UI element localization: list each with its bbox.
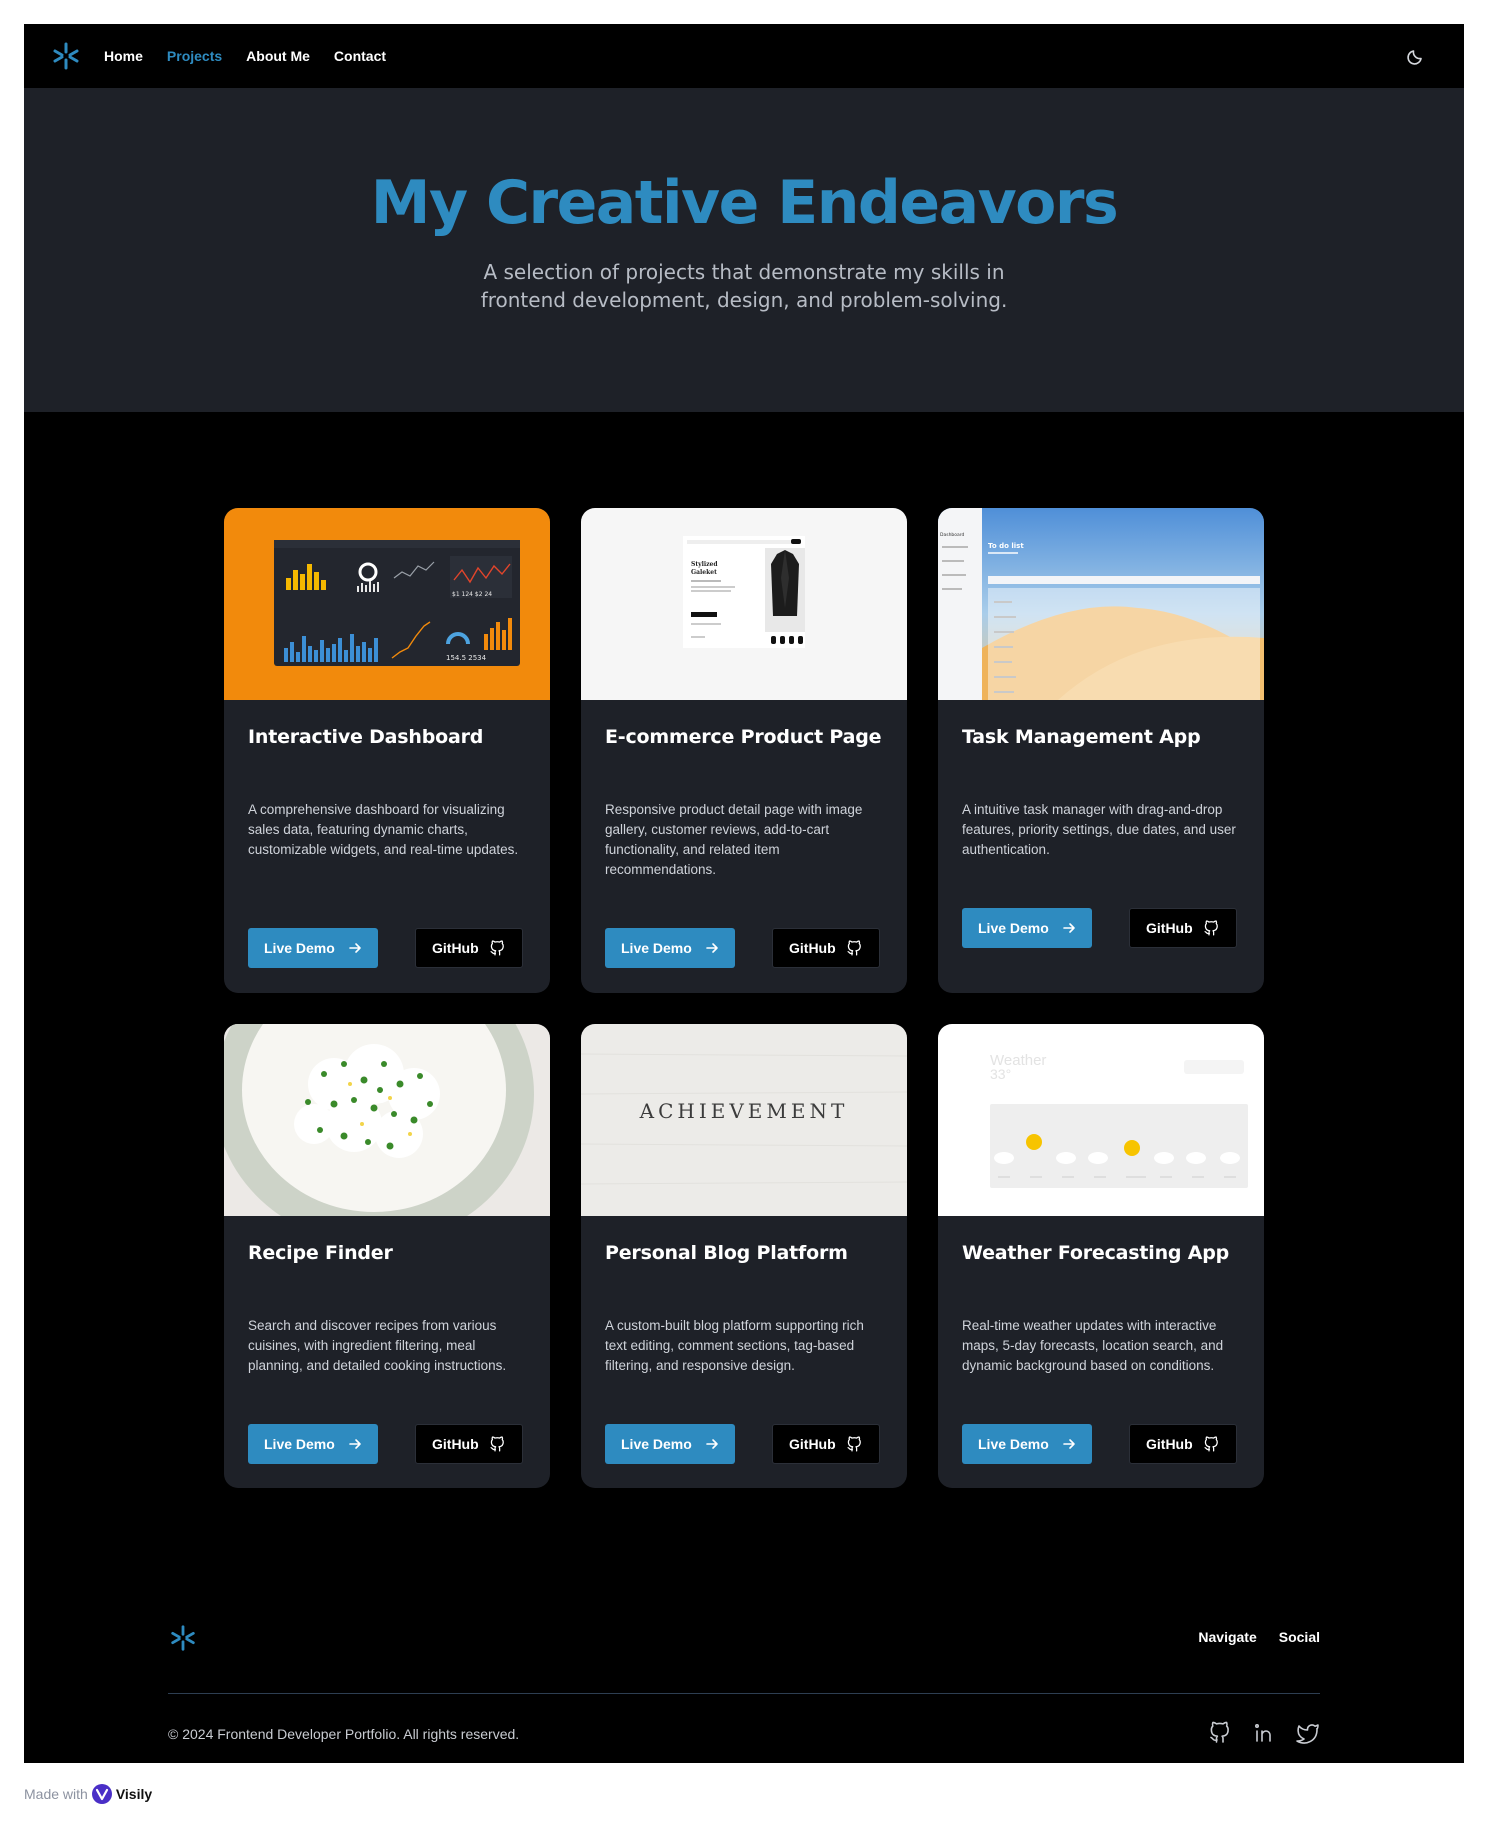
made-with-text: Made with <box>24 1786 88 1802</box>
project-card: Recipe Finder Search and discover recipe… <box>224 1024 550 1488</box>
top-nav: Home Projects About Me Contact <box>24 24 1464 88</box>
github-icon <box>1203 1436 1220 1453</box>
project-description: A comprehensive dashboard for visualizin… <box>248 802 519 857</box>
project-title: Task Management App <box>962 726 1201 748</box>
moon-icon[interactable] <box>1404 44 1428 68</box>
visily-brand-text: Visily <box>115 1786 153 1802</box>
live-demo-button[interactable]: Live Demo <box>962 908 1092 948</box>
project-title: E-commerce Product Page <box>605 726 882 748</box>
dashboard-thumbnail: $1 124 $2 24 154.5 2534 <box>224 508 550 700</box>
blog-thumb-word: ACHIEVEMENT <box>639 1099 849 1123</box>
page-subtitle: A selection of projects that demonstrate… <box>480 260 1008 312</box>
github-label: GitHub <box>1146 920 1193 936</box>
live-demo-button[interactable]: Live Demo <box>248 1424 378 1464</box>
page-title: My Creative Endeavors <box>370 168 1119 238</box>
github-label: GitHub <box>789 940 836 956</box>
github-icon <box>1203 920 1220 937</box>
project-card: ACHIEVEMENT Personal Blog Platform A cus… <box>581 1024 907 1488</box>
github-label: GitHub <box>789 1436 836 1452</box>
weather-thumbnail: Weather 33° <box>938 1024 1264 1216</box>
arrow-right-icon <box>1062 1437 1076 1451</box>
live-demo-label: Live Demo <box>621 940 692 956</box>
project-description: Responsive product detail page with imag… <box>605 802 863 877</box>
svg-text:Stylized: Stylized <box>691 561 718 568</box>
project-title: Weather Forecasting App <box>962 1242 1230 1264</box>
project-card: Dashboard To do list Task Management App… <box>938 508 1264 993</box>
project-description: A custom-built blog platform supporting … <box>605 1318 864 1373</box>
github-label: GitHub <box>432 940 479 956</box>
blog-thumbnail: ACHIEVEMENT <box>581 1024 907 1216</box>
task-app-thumbnail: Dashboard To do list <box>938 508 1264 700</box>
arrow-right-icon <box>705 1437 719 1451</box>
recipe-thumbnail <box>224 1024 550 1216</box>
svg-text:$1 124 $2 24: $1 124 $2 24 <box>452 591 492 598</box>
footer-link-navigate[interactable]: Navigate <box>1198 1629 1256 1645</box>
twitter-icon[interactable] <box>1296 1721 1320 1745</box>
arrow-right-icon <box>1062 921 1076 935</box>
arrow-right-icon <box>348 941 362 955</box>
svg-text:Galeket: Galeket <box>691 569 717 576</box>
github-label: GitHub <box>1146 1436 1193 1452</box>
svg-text:Dashboard: Dashboard <box>940 532 965 538</box>
live-demo-label: Live Demo <box>621 1436 692 1452</box>
live-demo-label: Live Demo <box>264 1436 335 1452</box>
github-button[interactable]: GitHub <box>1129 908 1237 948</box>
hero-section: My Creative Endeavors A selection of pro… <box>24 88 1464 412</box>
asterisk-logo-icon[interactable] <box>50 40 82 72</box>
live-demo-label: Live Demo <box>978 1436 1049 1452</box>
nav-link-projects[interactable]: Projects <box>167 48 222 64</box>
footer-divider <box>168 1693 1320 1694</box>
footer-links: Navigate Social <box>1198 1629 1320 1645</box>
project-title: Personal Blog Platform <box>605 1242 848 1264</box>
github-button[interactable]: GitHub <box>1129 1424 1237 1464</box>
project-title: Interactive Dashboard <box>248 726 484 748</box>
live-demo-button[interactable]: Live Demo <box>248 928 378 968</box>
github-icon <box>489 940 506 957</box>
github-button[interactable]: GitHub <box>772 928 880 968</box>
page-frame: Home Projects About Me Contact My Creati… <box>24 24 1464 1763</box>
project-card: $1 124 $2 24 154.5 2534 Interactive Dash… <box>224 508 550 993</box>
nav-links: Home Projects About Me Contact <box>104 24 386 88</box>
made-with-badge[interactable]: Made with Visily <box>24 1784 152 1804</box>
project-description: A intuitive task manager with drag-and-d… <box>962 802 1236 857</box>
github-label: GitHub <box>432 1436 479 1452</box>
nav-link-contact[interactable]: Contact <box>334 48 386 64</box>
svg-text:154.5 2534: 154.5 2534 <box>446 654 487 662</box>
nav-link-about[interactable]: About Me <box>246 48 310 64</box>
arrow-right-icon <box>705 941 719 955</box>
live-demo-button[interactable]: Live Demo <box>605 928 735 968</box>
project-title: Recipe Finder <box>248 1242 393 1264</box>
github-icon <box>846 940 863 957</box>
project-card: Weather 33° Weather Forecasting App Real… <box>938 1024 1264 1488</box>
footer-link-social[interactable]: Social <box>1279 1629 1320 1645</box>
project-description: Real-time weather updates with interacti… <box>962 1318 1224 1373</box>
project-card: Stylized Galeket E-commerce Product Page… <box>581 508 907 993</box>
github-icon[interactable] <box>1208 1721 1232 1745</box>
github-button[interactable]: GitHub <box>415 928 523 968</box>
ecommerce-thumbnail: Stylized Galeket <box>581 508 907 700</box>
github-button[interactable]: GitHub <box>772 1424 880 1464</box>
arrow-right-icon <box>348 1437 362 1451</box>
svg-text:To do list: To do list <box>988 542 1024 550</box>
github-button[interactable]: GitHub <box>415 1424 523 1464</box>
project-description: Search and discover recipes from various… <box>248 1318 507 1373</box>
live-demo-button[interactable]: Live Demo <box>605 1424 735 1464</box>
social-links <box>1208 1721 1320 1745</box>
nav-link-home[interactable]: Home <box>104 48 143 64</box>
linkedin-icon[interactable] <box>1252 1721 1276 1745</box>
live-demo-label: Live Demo <box>978 920 1049 936</box>
copyright-text: © 2024 Frontend Developer Portfolio. All… <box>168 1726 520 1742</box>
github-icon <box>489 1436 506 1453</box>
live-demo-label: Live Demo <box>264 940 335 956</box>
github-icon <box>846 1436 863 1453</box>
live-demo-button[interactable]: Live Demo <box>962 1424 1092 1464</box>
visily-logo-icon <box>91 1784 112 1804</box>
asterisk-logo-icon[interactable] <box>168 1623 198 1653</box>
